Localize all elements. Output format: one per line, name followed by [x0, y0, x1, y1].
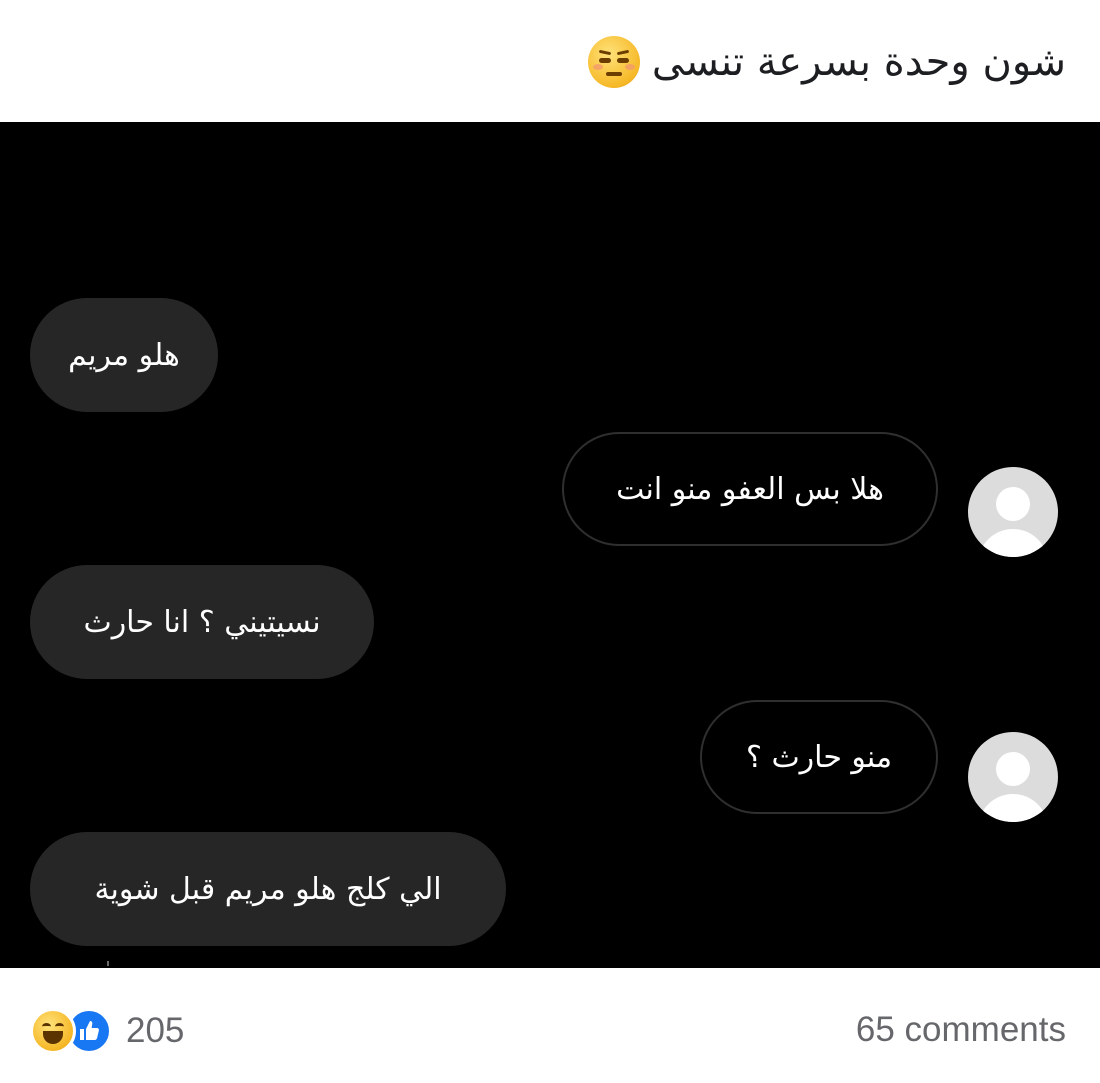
- message-text: نسيتيني ؟ انا حارث: [83, 604, 321, 640]
- haha-icon: [30, 1008, 76, 1054]
- message-text: هلا بس العفو منو انت: [616, 471, 884, 507]
- outgoing-message: هلا بس العفو منو انت: [562, 432, 938, 546]
- divider: [107, 961, 109, 966]
- comments-link[interactable]: 65 comments: [856, 1010, 1066, 1050]
- reactions-summary[interactable]: 205: [30, 1008, 184, 1054]
- post-header: شون وحدة بسرعة تنسى: [0, 0, 1100, 122]
- avatar-icon: [968, 732, 1058, 822]
- incoming-message: نسيتيني ؟ انا حارث: [30, 565, 374, 679]
- post-caption: شون وحدة بسرعة تنسى: [587, 36, 1066, 88]
- incoming-message: هلو مريم: [30, 298, 218, 412]
- outgoing-message: منو حارث ؟: [700, 700, 938, 814]
- unamused-face-icon: [587, 36, 640, 88]
- avatar-icon: [968, 467, 1058, 557]
- post-footer: 205 65 comments: [0, 968, 1100, 1083]
- message-text: منو حارث ؟: [745, 739, 893, 775]
- incoming-message: الي كلج هلو مريم قبل شوية: [30, 832, 506, 946]
- post-caption-text: شون وحدة بسرعة تنسى: [651, 39, 1066, 85]
- message-text: هلو مريم: [68, 337, 180, 373]
- message-text: الي كلج هلو مريم قبل شوية: [94, 871, 442, 907]
- chat-screenshot: هلو مريم هلا بس العفو منو انت نسيتيني ؟ …: [0, 122, 1100, 968]
- reaction-count: 205: [126, 1011, 185, 1050]
